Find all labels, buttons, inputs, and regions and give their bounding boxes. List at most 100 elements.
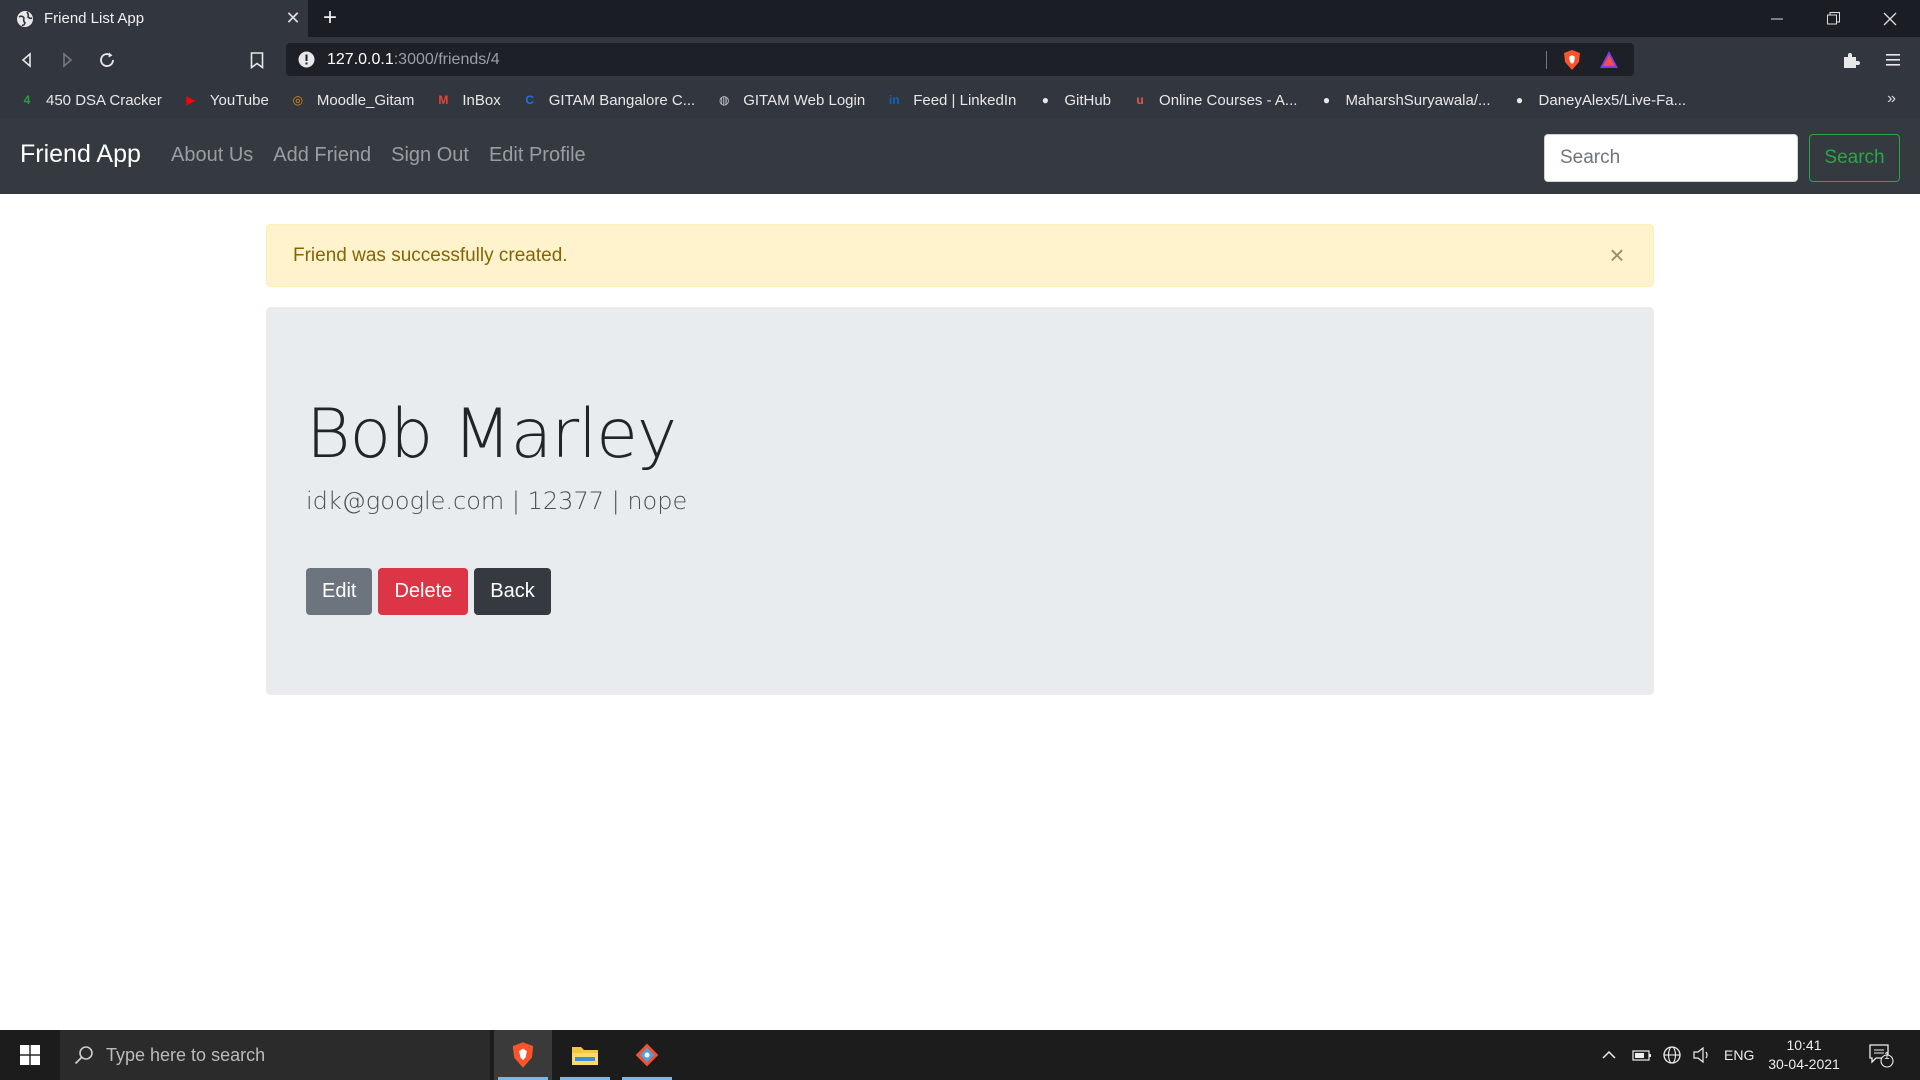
bookmark-item[interactable]: ◍ GITAM Web Login — [715, 91, 865, 109]
udemy-icon: u — [1136, 93, 1144, 107]
bookmark-label: YouTube — [209, 91, 269, 109]
taskbar-file-explorer[interactable] — [556, 1030, 614, 1080]
brave-shield-icon[interactable] — [1562, 49, 1582, 71]
clock-date: 30-04-2021 — [1768, 1056, 1840, 1072]
notification-count: 1 — [1884, 1051, 1890, 1062]
bookmark-item[interactable]: 4 450 DSA Cracker — [18, 91, 162, 109]
search-input[interactable] — [1544, 134, 1798, 182]
close-icon — [1883, 12, 1897, 25]
browser-titlebar: Friend List App ✕ + — [0, 0, 1920, 37]
nav-edit-profile[interactable]: Edit Profile — [489, 144, 586, 167]
reload-icon — [100, 52, 114, 67]
input-language[interactable]: ENG — [1724, 1030, 1754, 1080]
delete-button[interactable]: Delete — [378, 568, 469, 615]
extensions-button[interactable] — [1836, 45, 1866, 75]
alert-message: Friend was successfully created. — [293, 244, 568, 266]
app-navbar: Friend App About Us Add Friend Sign Out … — [0, 118, 1920, 194]
bookmark-item[interactable]: ● DaneyAlex5/Live-Fa... — [1511, 91, 1686, 109]
tab-close-icon[interactable]: ✕ — [278, 8, 308, 29]
bookmarks-bar: 4 450 DSA Cracker ▶ YouTube ◎ Moodle_Gitam M In… — [0, 82, 1920, 118]
bookmarks-overflow-button[interactable]: » — [1887, 90, 1896, 108]
nav-add-friend[interactable]: Add Friend — [273, 144, 371, 167]
back-arrow-icon — [21, 52, 31, 68]
taskbar-search[interactable]: Type here to search — [60, 1030, 490, 1080]
taskbar-clock[interactable]: 10:41 30-04-2021 — [1762, 1036, 1846, 1074]
back-nav-button[interactable] — [12, 45, 42, 75]
show-hidden-icons[interactable] — [1602, 1030, 1616, 1080]
notification-icon — [1869, 1044, 1894, 1068]
bookmark-item[interactable]: ● GitHub — [1036, 91, 1111, 109]
nav-about-us[interactable]: About Us — [171, 144, 253, 167]
reload-button[interactable] — [92, 45, 122, 75]
new-tab-button[interactable]: + — [316, 4, 344, 32]
linkedin-icon: in — [888, 93, 900, 107]
alert-close-icon[interactable]: × — [1603, 241, 1631, 269]
network-status[interactable] — [1662, 1030, 1682, 1080]
url-path: :3000/friends/4 — [393, 50, 500, 68]
url-host: 127.0.0.1 — [327, 50, 394, 68]
tab-title: Friend List App — [44, 10, 145, 27]
bookmark-item[interactable]: C GITAM Bangalore C... — [521, 91, 695, 109]
browser-menu-button[interactable] — [1878, 45, 1908, 75]
back-button[interactable]: Back — [474, 568, 551, 615]
browser-toolbar: 127.0.0.1:3000/friends/4 — [0, 37, 1920, 82]
url-text: 127.0.0.1:3000/friends/4 — [327, 51, 500, 69]
start-button[interactable] — [0, 1030, 60, 1080]
bookmark-label: InBox — [462, 91, 501, 109]
brave-rewards-icon[interactable] — [1599, 50, 1619, 69]
action-center-button[interactable]: 1 — [1868, 1030, 1894, 1080]
globe-icon: ◍ — [718, 93, 730, 107]
globe-icon — [17, 10, 33, 27]
close-window-button[interactable] — [1862, 0, 1918, 37]
windows-taskbar: Type here to search ENG 10:41 30-04-2021… — [0, 1030, 1920, 1080]
info-icon[interactable] — [298, 51, 315, 68]
dsa-icon: 4 — [23, 93, 31, 107]
windows-logo-icon — [20, 1045, 40, 1065]
friend-actions: Edit Delete Back — [306, 568, 557, 615]
gmail-icon: M — [438, 93, 449, 107]
bookmark-item[interactable]: ▶ YouTube — [182, 91, 269, 109]
forward-nav-button[interactable] — [52, 45, 82, 75]
network-globe-icon — [1663, 1046, 1681, 1064]
address-bar[interactable]: 127.0.0.1:3000/friends/4 — [286, 43, 1634, 76]
search-button[interactable]: Search — [1809, 134, 1900, 182]
gitam-c-icon: C — [525, 93, 535, 107]
bookmark-button[interactable] — [242, 45, 272, 75]
clock-time: 10:41 — [1786, 1037, 1822, 1053]
moodle-icon: ◎ — [292, 93, 304, 107]
bookmark-item[interactable]: ◎ Moodle_Gitam — [289, 91, 415, 109]
volume-control[interactable] — [1692, 1030, 1712, 1080]
friend-card: Bob Marley idk@google.com | 12377 | nope… — [266, 307, 1654, 695]
nav-sign-out[interactable]: Sign Out — [391, 144, 469, 167]
taskbar-git-app[interactable] — [618, 1030, 676, 1080]
battery-status[interactable] — [1632, 1030, 1652, 1080]
navbar-brand[interactable]: Friend App — [20, 140, 141, 169]
bookmark-item[interactable]: u Online Courses - A... — [1131, 91, 1297, 109]
puzzle-icon — [1844, 53, 1860, 68]
taskbar-search-placeholder: Type here to search — [106, 1044, 266, 1065]
bookmark-item[interactable]: M InBox — [434, 91, 500, 109]
battery-icon — [1632, 1050, 1651, 1061]
taskbar-brave[interactable] — [494, 1030, 552, 1080]
chevron-up-icon — [1602, 1050, 1616, 1059]
friend-details: idk@google.com | 12377 | nope — [306, 487, 688, 515]
restore-button[interactable] — [1805, 0, 1861, 37]
bookmark-icon — [250, 51, 264, 69]
browser-tab[interactable]: Friend List App ✕ — [0, 0, 308, 37]
bookmark-label: MaharshSuryawala/... — [1345, 91, 1491, 109]
friend-name: Bob Marley — [306, 395, 677, 474]
nav-links: About Us Add Friend Sign Out Edit Profil… — [171, 144, 606, 167]
bookmark-label: Online Courses - A... — [1159, 91, 1298, 109]
github-icon: ● — [1041, 93, 1049, 107]
edit-button[interactable]: Edit — [306, 568, 373, 615]
minimize-button[interactable] — [1749, 0, 1805, 37]
bookmark-item[interactable]: in Feed | LinkedIn — [885, 91, 1016, 109]
git-app-icon — [635, 1043, 659, 1067]
search-icon — [74, 1046, 93, 1065]
folder-icon — [572, 1047, 598, 1065]
bookmark-label: 450 DSA Cracker — [46, 91, 162, 109]
bookmark-label: GITAM Web Login — [743, 91, 866, 109]
hamburger-icon — [1886, 54, 1900, 66]
minimize-icon — [1771, 18, 1783, 19]
bookmark-item[interactable]: ● MaharshSuryawala/... — [1317, 91, 1491, 109]
